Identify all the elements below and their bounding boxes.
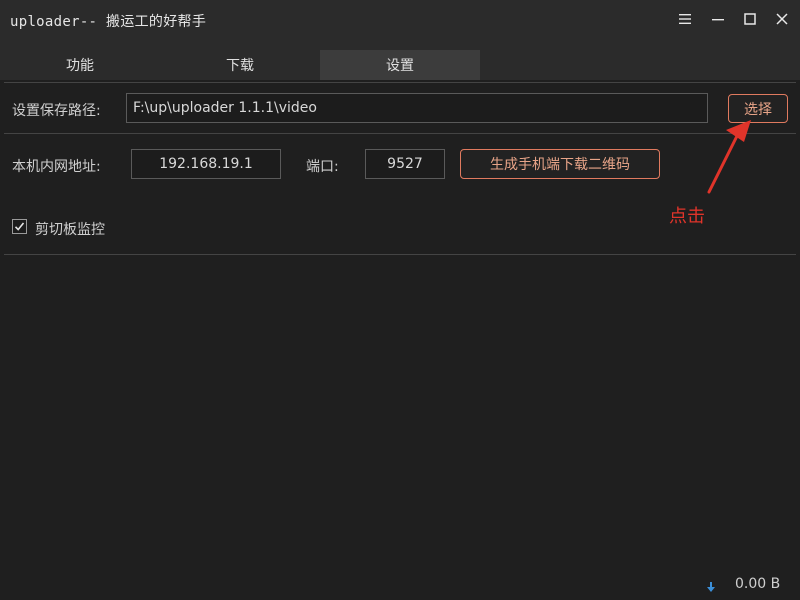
divider [4,254,796,255]
download-arrow-icon [707,582,715,592]
tab-settings[interactable]: 设置 [320,50,480,80]
divider [4,82,796,83]
transfer-size: 0.00 B [735,576,781,592]
lan-address-field[interactable]: 192.168.19.1 [131,149,281,179]
save-path-input[interactable]: F:\up\uploader 1.1.1\video [126,93,708,123]
checkmark-icon [14,222,25,231]
app-window: uploader-- 搬运工的好帮手 功能 下载 设置 设置保存路径: F:\u… [0,0,800,600]
menu-icon[interactable] [671,6,699,32]
clipboard-monitor-checkbox[interactable] [12,219,27,234]
clipboard-monitor-label[interactable]: 剪切板监控 [35,219,105,239]
close-icon[interactable] [768,6,796,32]
generate-qr-button[interactable]: 生成手机端下载二维码 [460,149,660,179]
tab-download[interactable]: 下载 [160,50,320,80]
maximize-icon[interactable] [736,6,764,32]
save-path-label: 设置保存路径: [12,103,101,119]
divider [4,133,796,134]
minimize-icon[interactable] [704,6,732,32]
title-bar: uploader-- 搬运工的好帮手 [0,0,800,50]
tab-features[interactable]: 功能 [0,50,160,80]
window-title: uploader-- 搬运工的好帮手 [10,14,207,30]
annotation-arrow-icon [707,120,751,194]
port-field[interactable]: 9527 [365,149,445,179]
port-label: 端口: [306,159,339,175]
tab-bar: 功能 下载 设置 [0,50,800,80]
annotation-text: 点击 [669,206,705,227]
lan-address-label: 本机内网地址: [12,159,101,175]
